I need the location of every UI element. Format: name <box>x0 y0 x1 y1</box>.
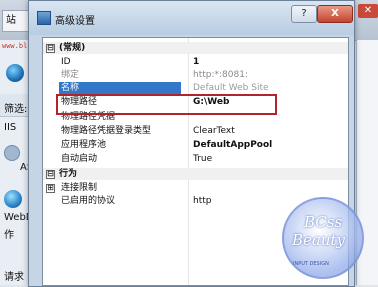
property-value[interactable]: True <box>193 153 212 165</box>
property-name: 已启用的协议 <box>61 196 116 206</box>
bcss-logo-watermark: BCss Beauty INPUT DESIGN <box>282 197 364 279</box>
property-row-bindings[interactable]: 绑定 http:*:8081: <box>43 69 348 81</box>
close-button[interactable]: X <box>317 5 353 23</box>
property-row-logon-type[interactable]: 物理路径凭据登录类型 ClearText <box>43 125 348 137</box>
help-button[interactable]: ? <box>291 5 317 23</box>
asp-feature-icon[interactable] <box>4 145 20 161</box>
category-label: 行为 <box>59 169 78 179</box>
property-value[interactable]: ClearText <box>193 125 235 137</box>
property-value[interactable]: http <box>193 195 211 207</box>
zuo-feature-label[interactable]: 作 <box>4 226 14 241</box>
property-value[interactable]: Default Web Site <box>193 82 269 94</box>
webdav-icon[interactable] <box>4 190 22 208</box>
property-row-id[interactable]: ID 1 <box>43 56 348 68</box>
property-value[interactable]: 1 <box>193 56 199 68</box>
collapse-icon[interactable]: ⊟ <box>46 170 55 179</box>
window-close-button[interactable]: ✕ <box>358 4 378 18</box>
property-name: 自动启动 <box>61 154 98 164</box>
property-row-name[interactable]: 名称 Default Web Site <box>43 82 348 94</box>
watermark-text-2: Beauty <box>292 231 346 249</box>
property-row-app-pool[interactable]: 应用程序池 DefaultAppPool <box>43 139 348 151</box>
globe-icon <box>6 64 24 82</box>
physical-path-highlight <box>56 94 277 115</box>
property-name: 物理路径凭据登录类型 <box>61 126 152 136</box>
property-name: 绑定 <box>61 70 80 80</box>
property-name: 名称 <box>59 82 181 94</box>
property-row-auto-start[interactable]: 自动启动 True <box>43 153 348 165</box>
dialog-title: 高级设置 <box>55 16 95 27</box>
iis-section-label: IIS <box>4 122 17 133</box>
category-general[interactable]: ⊟ (常规) <box>43 42 348 54</box>
request-feature-label[interactable]: 请求 <box>4 268 24 283</box>
watermark-text-1: BCss <box>304 213 343 231</box>
property-name: 应用程序池 <box>61 140 107 150</box>
category-behavior[interactable]: ⊟ 行为 <box>43 168 348 180</box>
filter-label[interactable]: 筛选: <box>4 100 27 115</box>
dialog-titlebar[interactable]: 高级设置 ? X <box>29 1 354 35</box>
category-connection-limits[interactable]: ⊞ 连接限制 <box>43 182 348 194</box>
collapse-icon[interactable]: ⊟ <box>46 44 55 53</box>
category-label: 连接限制 <box>61 183 98 193</box>
category-label: (常规) <box>59 43 86 53</box>
property-value[interactable]: http:*:8081: <box>193 69 248 81</box>
watermark-text-3: INPUT DESIGN <box>293 261 329 267</box>
expand-icon[interactable]: ⊞ <box>46 184 55 193</box>
property-value[interactable]: DefaultAppPool <box>193 139 272 151</box>
settings-window-icon <box>37 11 51 25</box>
property-name: ID <box>61 57 71 67</box>
